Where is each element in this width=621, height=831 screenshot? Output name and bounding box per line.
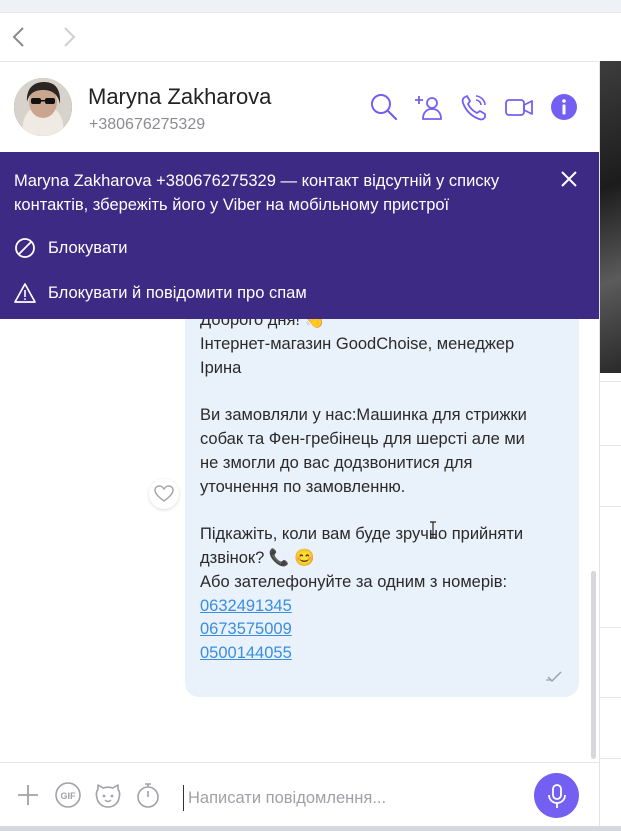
divider (600, 381, 621, 382)
divider (600, 758, 621, 759)
timer-icon[interactable] (134, 781, 162, 809)
unknown-contact-banner: Maryna Zakharova +380676275329 — контакт… (0, 152, 599, 319)
divider (600, 506, 621, 507)
block-label: Блокувати (48, 238, 128, 257)
contact-name: Maryna Zakharova (88, 84, 272, 109)
message-line: собак та Фен-гребінець для шерсті але ми (200, 429, 525, 448)
message-line: Інтернет-магазин GoodChoise, менеджер (200, 334, 515, 353)
divider (600, 445, 621, 446)
video-call-icon[interactable] (504, 92, 534, 122)
message-line: дзвінок? 📞 😊 (200, 548, 315, 567)
phone-link[interactable]: 0632491345 (200, 597, 292, 615)
svg-text:GIF: GIF (61, 791, 77, 801)
search-icon[interactable] (369, 92, 399, 122)
add-participant-icon[interactable] (415, 92, 445, 122)
contact-phone: +380676275329 (89, 116, 206, 133)
back-arrow-icon[interactable] (8, 23, 32, 51)
info-icon[interactable] (550, 92, 580, 122)
banner-message: Maryna Zakharova +380676275329 — контакт… (14, 172, 500, 214)
contact-photo-large (600, 61, 621, 373)
message-line: не змогли до вас додзвонитися для (200, 453, 473, 472)
block-icon (15, 238, 35, 258)
warning-icon (14, 283, 36, 303)
plus-icon[interactable] (14, 781, 42, 809)
close-icon[interactable] (557, 167, 581, 191)
gif-icon[interactable]: GIF (54, 781, 82, 809)
forward-arrow-icon[interactable] (57, 23, 81, 51)
window-top-strip (0, 0, 621, 13)
sticker-icon[interactable] (94, 781, 122, 809)
chat-scrollbar[interactable] (591, 571, 596, 759)
divider (600, 627, 621, 628)
message-line (200, 380, 570, 404)
message-line: Доброго дня! 👋 (200, 319, 326, 329)
block-and-report-button[interactable]: Блокувати й повідомити про спам (14, 280, 307, 306)
avatar[interactable] (14, 78, 72, 136)
message-text: Доброго дня! 👋 Інтернет-магазин GoodChoi… (200, 319, 570, 666)
navigation-bar (0, 13, 599, 62)
chat-header: Maryna Zakharova +380676275329 (0, 62, 599, 152)
microphone-icon[interactable] (534, 773, 579, 818)
block-button[interactable]: Блокувати (14, 235, 127, 261)
like-heart-icon[interactable] (149, 479, 179, 509)
message-line: Або зателефонуйте за одним з номерів: (200, 572, 508, 591)
chat-area: Доброго дня! 👋 Інтернет-магазин GoodChoi… (0, 319, 599, 762)
read-status-icon (545, 669, 563, 683)
message-line: Ірина (200, 358, 242, 377)
text-cursor-icon (430, 521, 436, 539)
message-bubble[interactable]: Доброго дня! 👋 Інтернет-магазин GoodChoi… (185, 319, 579, 697)
message-line: Ви замовляли у нас:Машинка для стрижки (200, 406, 527, 425)
message-line (200, 499, 570, 523)
message-input[interactable] (183, 785, 520, 811)
window-bottom-strip (0, 826, 621, 831)
call-icon[interactable] (459, 92, 489, 122)
divider (600, 697, 621, 698)
phone-link[interactable]: 0673575009 (200, 620, 292, 638)
phone-link[interactable]: 0500144055 (200, 644, 292, 662)
message-line: уточнення по замовленню. (200, 477, 406, 496)
block-and-report-label: Блокувати й повідомити про спам (48, 283, 307, 302)
message-line: Підкажіть, коли вам буде зручно прийняти (200, 525, 524, 544)
message-composer: GIF (0, 762, 599, 827)
contact-info-panel (599, 61, 621, 831)
